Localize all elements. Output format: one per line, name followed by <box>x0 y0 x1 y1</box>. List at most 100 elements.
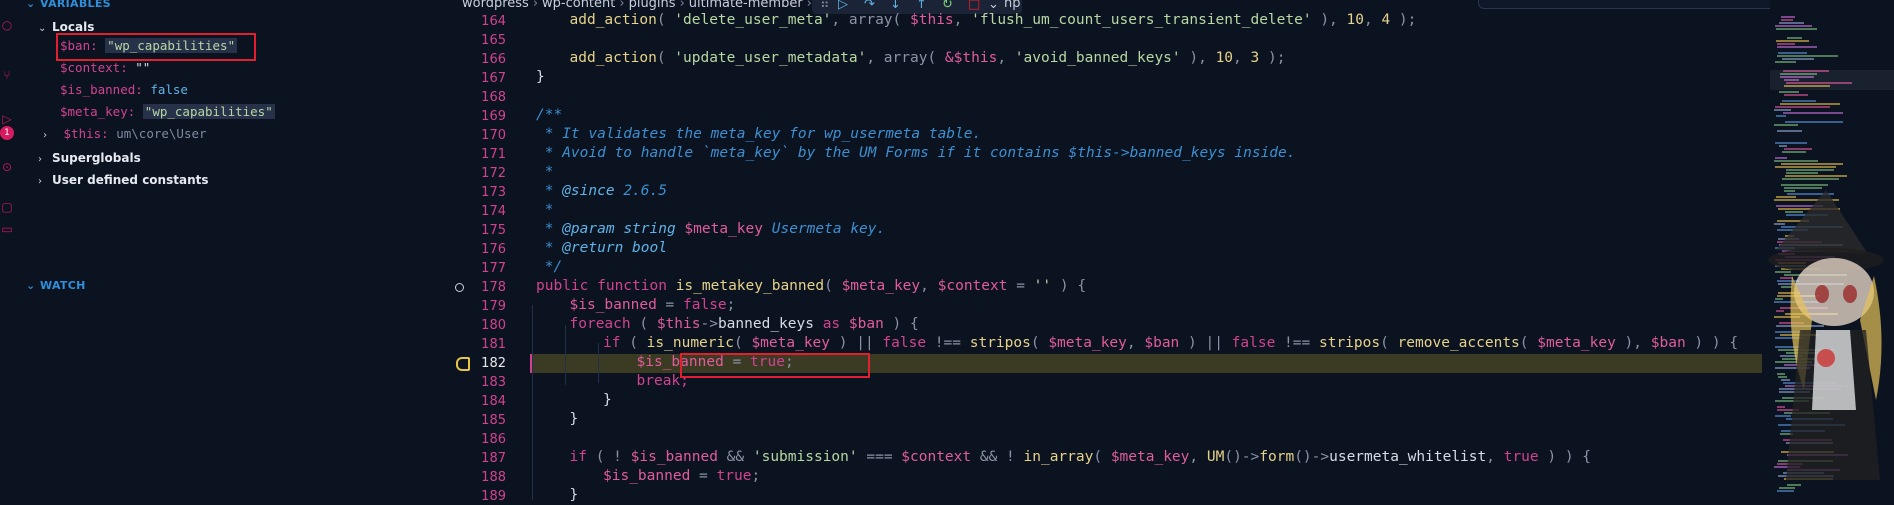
code-line: * <box>536 163 554 182</box>
variable-value: um\core\User <box>116 126 207 141</box>
code-line: } <box>570 410 579 429</box>
code-editor[interactable]: add_action( 'delete_user_meta', array( $… <box>532 0 1760 503</box>
code-token: * <box>536 183 563 199</box>
code-token: $meta_key <box>675 221 764 237</box>
watch-section-header[interactable]: ⌄ WATCH <box>26 279 86 292</box>
variable-name: $this: <box>63 126 109 141</box>
minimap-line <box>1775 106 1830 108</box>
code-line: * <box>536 201 554 220</box>
code-line: add_action( 'update_user_metadata', arra… <box>570 49 1286 68</box>
minimap-line <box>1774 109 1791 111</box>
code-token: stripos <box>1318 335 1381 351</box>
code-token: form <box>1259 449 1295 465</box>
code-token: 10 <box>1346 12 1364 28</box>
locals-scope[interactable]: ⌄ Locals <box>38 19 94 34</box>
indent-guide <box>565 325 566 385</box>
chevron-down-icon: ⌄ <box>26 279 36 292</box>
code-token: ); <box>1390 12 1417 28</box>
source-control-icon[interactable]: ⑂ <box>0 68 14 82</box>
indent-guide <box>532 305 533 500</box>
minimap-line <box>1782 58 1814 60</box>
code-line: foreach ( $this->banned_keys as $ban ) { <box>570 315 919 334</box>
user-constants-scope[interactable]: › User defined constants <box>38 172 209 187</box>
minimap-slider[interactable] <box>1770 70 1894 90</box>
code-token: public <box>536 278 589 294</box>
code-token: ( <box>620 335 647 351</box>
line-number: 175 <box>481 223 506 238</box>
code-token: $meta_key <box>841 278 921 294</box>
code-token: in_array <box>1023 449 1094 465</box>
line-number: 189 <box>481 489 506 504</box>
minimap-line <box>1775 61 1796 63</box>
code-token: ), <box>1615 335 1651 351</box>
code-token: ( <box>733 335 752 351</box>
code-token: $context <box>901 449 972 465</box>
line-number: 188 <box>481 470 506 485</box>
line-number: 165 <box>481 33 506 48</box>
superglobals-scope[interactable]: › Superglobals <box>38 150 141 165</box>
code-token: , <box>1486 449 1504 465</box>
minimap-line <box>1776 28 1817 30</box>
code-token: $is_banned <box>630 449 718 465</box>
code-token: -> <box>700 316 718 332</box>
code-line: if ( is_numeric( $meta_key ) || false !=… <box>603 334 1738 353</box>
collapse-marker-icon[interactable] <box>455 283 464 292</box>
code-token: add_action <box>569 12 657 28</box>
breakpoint-current-icon[interactable] <box>456 357 470 371</box>
code-line: */ <box>536 258 562 277</box>
remote-icon[interactable]: ⊙ <box>0 160 14 174</box>
code-line: } <box>536 68 545 87</box>
extensions-icon[interactable]: ▢ <box>0 200 14 214</box>
code-token: $is_banned <box>603 468 691 484</box>
code-line: * It validates the meta_key for wp_userm… <box>536 125 982 144</box>
code-token: */ <box>536 259 563 275</box>
variables-section-header[interactable]: ⌄ VARIABLES <box>26 0 111 10</box>
variable-row-is-banned[interactable]: $is_banned: false <box>60 82 188 97</box>
code-line: $is_banned = false; <box>570 296 736 315</box>
minimap-line <box>1779 145 1787 147</box>
line-number: 172 <box>481 166 506 181</box>
variable-row-this[interactable]: › $this: um\core\User <box>42 126 207 141</box>
debug-sidebar: ⌄ VARIABLES ⌄ Locals $ban: "wp_capabilitie… <box>18 0 452 500</box>
line-number-gutter: 164 165 166 167 168 169 170 171 172 173 174 175 176 1… <box>452 0 530 504</box>
minimap-line <box>1774 124 1798 126</box>
code-token: * <box>536 221 563 237</box>
code-token: = <box>656 297 684 313</box>
code-token: , <box>997 50 1015 66</box>
minimap-line <box>1777 55 1838 57</box>
variable-value: "wp_capabilities" <box>142 104 275 119</box>
line-number: 168 <box>481 90 506 105</box>
code-token: * Avoid to handle `meta_key` by the UM F… <box>536 145 1296 161</box>
code-token: ); <box>1259 50 1286 66</box>
code-token: $this <box>656 316 701 332</box>
code-token: &$this <box>944 50 998 66</box>
code-token: 'submission' <box>752 449 858 465</box>
code-token: ), <box>1311 12 1347 28</box>
code-line: if ( ! $is_banned && 'submission' === $c… <box>570 448 1592 467</box>
line-number: 169 <box>481 109 506 124</box>
minimap-line <box>1785 175 1847 177</box>
debug-circle-icon[interactable]: ○ <box>0 18 14 32</box>
code-token: is_numeric <box>646 335 734 351</box>
minimap-line <box>1777 43 1795 45</box>
code-token: usermeta_whitelist <box>1329 449 1487 465</box>
code-token: foreach <box>569 316 631 332</box>
line-number: 186 <box>481 432 506 447</box>
variable-row-meta-key[interactable]: $meta_key: "wp_capabilities" <box>60 104 275 119</box>
minimap-line <box>1775 142 1807 144</box>
code-token: 2.6.5 <box>614 183 667 199</box>
variable-row-context[interactable]: $context: "" <box>60 60 150 75</box>
minimap-line <box>1782 151 1806 153</box>
code-token: && ! <box>971 449 1024 465</box>
minimap-line <box>1781 19 1793 21</box>
layout-icon[interactable]: ▭ <box>0 222 14 236</box>
variable-name: $context: <box>60 60 128 75</box>
minimap-line <box>1779 22 1804 24</box>
line-number: 167 <box>481 71 506 86</box>
code-token: ) { <box>1051 278 1087 294</box>
minimap-line <box>1781 163 1843 165</box>
code-token: is_metakey_banned <box>666 278 825 294</box>
line-number: 180 <box>481 318 506 333</box>
minimap-line <box>1776 115 1786 117</box>
run-debug-icon[interactable]: ▷ <box>0 112 14 126</box>
